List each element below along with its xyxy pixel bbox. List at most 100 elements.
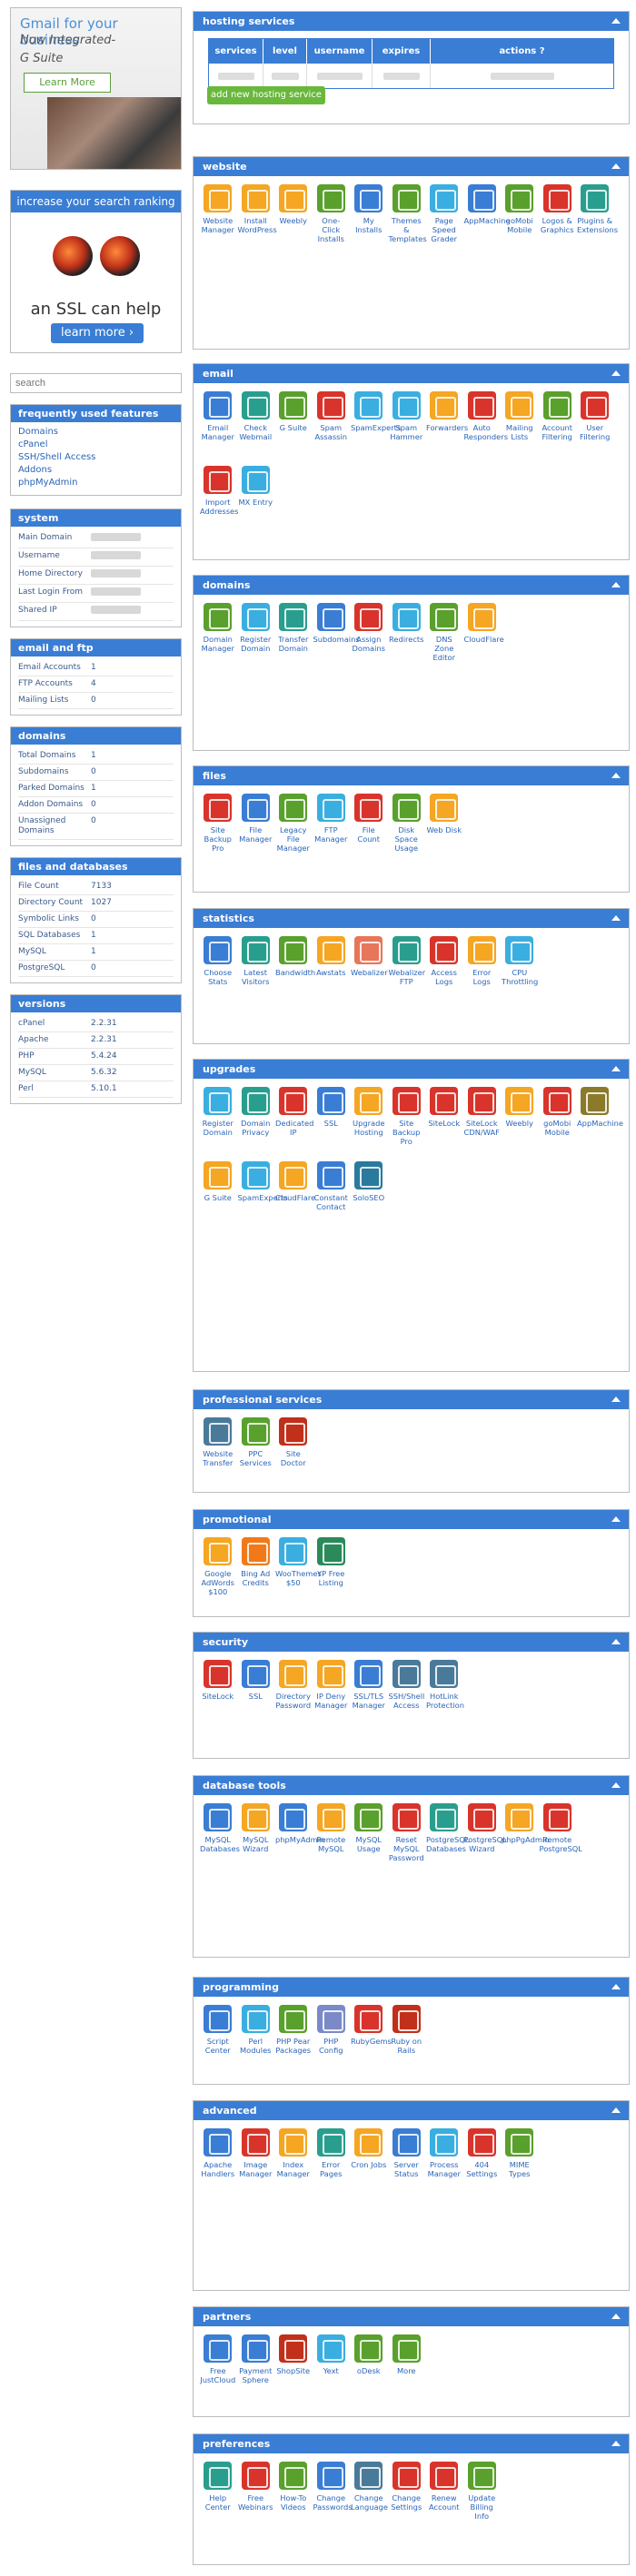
section-header[interactable]: database tools — [194, 1776, 629, 1795]
tool-register-domain[interactable]: Register Domain — [237, 603, 275, 677]
tool-mailing-lists[interactable]: Mailing Lists — [501, 391, 539, 466]
section-header[interactable]: email — [194, 364, 629, 383]
collapse-icon[interactable] — [611, 1516, 621, 1522]
tool-ssl[interactable]: SSL — [237, 1660, 275, 1734]
tool-transfer-domain[interactable]: Transfer Domain — [274, 603, 313, 677]
collapse-icon[interactable] — [611, 773, 621, 778]
section-header[interactable]: website — [194, 157, 629, 176]
tool-reset-mysql-password[interactable]: Reset MySQL Password — [388, 1803, 426, 1878]
tool-ssh-shell-access[interactable]: SSH/Shell Access — [388, 1660, 426, 1734]
collapse-icon[interactable] — [611, 2441, 621, 2446]
tool-install-wordpress[interactable]: Install WordPress — [237, 184, 277, 259]
tool-choose-stats[interactable]: Choose Stats — [199, 936, 237, 1011]
section-header[interactable]: programming — [194, 1978, 629, 1997]
tool-mx-entry[interactable]: MX Entry — [237, 466, 275, 540]
tool-spamexperts[interactable]: SpamExperts — [237, 1161, 288, 1236]
tool-g-suite[interactable]: G Suite — [274, 391, 313, 466]
tool-redirects[interactable]: Redirects — [388, 603, 426, 677]
tool-domain-privacy[interactable]: Domain Privacy — [237, 1087, 275, 1161]
tool-cloudflare[interactable]: CloudFlare — [274, 1161, 315, 1236]
section-header[interactable]: upgrades — [194, 1060, 629, 1079]
collapse-icon[interactable] — [611, 1397, 621, 1402]
collapse-icon[interactable] — [611, 1782, 621, 1788]
section-header[interactable]: statistics — [194, 909, 629, 928]
tool-account-filtering[interactable]: Account Filtering — [539, 391, 577, 466]
tool-weebly[interactable]: Weebly — [501, 1087, 539, 1161]
collapse-icon[interactable] — [611, 2314, 621, 2319]
tool-spam-assassin[interactable]: Spam Assassin — [313, 391, 351, 466]
tool-remote-postgresql[interactable]: Remote PostgreSQL — [539, 1803, 582, 1878]
tool-subdomains[interactable]: Subdomains — [313, 603, 360, 677]
tool-gomobi-mobile[interactable]: goMobi Mobile — [501, 184, 539, 259]
help-icon[interactable]: ? — [540, 46, 545, 56]
tool-rubygems[interactable]: RubyGems — [350, 2005, 392, 2079]
tool-disk-space-usage[interactable]: Disk Space Usage — [388, 794, 426, 868]
collapse-icon[interactable] — [611, 1639, 621, 1644]
tool-website-transfer[interactable]: Website Transfer — [199, 1417, 237, 1492]
tool-php-pear-packages[interactable]: PHP Pear Packages — [274, 2005, 313, 2079]
tool-file-manager[interactable]: File Manager — [237, 794, 275, 868]
tool-payment-sphere[interactable]: Payment Sphere — [237, 2334, 275, 2409]
tool-postgresql-databases[interactable]: PostgreSQL Databases — [425, 1803, 469, 1878]
tool-site-doctor[interactable]: Site Doctor — [274, 1417, 313, 1492]
tool-help-center[interactable]: Help Center — [199, 2462, 237, 2536]
tool-directory-password[interactable]: Directory Password — [274, 1660, 313, 1734]
tool-awstats[interactable]: Awstats — [313, 936, 351, 1011]
tool-gomobi-mobile[interactable]: goMobi Mobile — [539, 1087, 577, 1161]
tool-phpmyadmin[interactable]: phpMyAdmin — [274, 1803, 324, 1878]
tool-mysql-wizard[interactable]: MySQL Wizard — [237, 1803, 275, 1878]
ssl-ad[interactable]: increase your search ranking an SSL can … — [10, 190, 182, 353]
feature-link[interactable]: SSH/Shell Access — [18, 451, 174, 464]
tool-phppgadmin[interactable]: phpPgAdmin — [501, 1803, 550, 1878]
gsuite-learn-more-button[interactable]: Learn More — [24, 73, 111, 93]
tool-sitelock[interactable]: SiteLock — [199, 1660, 237, 1734]
tool-appmachine[interactable]: AppMachine — [463, 184, 510, 259]
tool-file-count[interactable]: File Count — [350, 794, 388, 868]
collapse-icon[interactable] — [611, 1984, 621, 1989]
tool-image-manager[interactable]: Image Manager — [237, 2128, 275, 2203]
section-header[interactable]: advanced — [194, 2101, 629, 2120]
tool-page-speed-grader[interactable]: Page Speed Grader — [425, 184, 463, 259]
tool-free-justcloud[interactable]: Free JustCloud — [199, 2334, 237, 2409]
tool-dedicated-ip[interactable]: Dedicated IP — [274, 1087, 313, 1161]
tool-ruby-on-rails[interactable]: Ruby on Rails — [388, 2005, 426, 2079]
tool-spam-hammer[interactable]: Spam Hammer — [388, 391, 426, 466]
tool-my-installs[interactable]: My Installs — [350, 184, 388, 259]
tool-how-to-videos[interactable]: How-To Videos — [274, 2462, 313, 2536]
collapse-icon[interactable] — [611, 2107, 621, 2113]
tool-process-manager[interactable]: Process Manager — [425, 2128, 463, 2203]
tool-web-disk[interactable]: Web Disk — [425, 794, 463, 868]
tool-latest-visitors[interactable]: Latest Visitors — [237, 936, 275, 1011]
tool-soloseo[interactable]: SoloSEO — [350, 1161, 388, 1236]
tool-website-manager[interactable]: Website Manager — [199, 184, 237, 259]
tool-g-suite[interactable]: G Suite — [199, 1161, 237, 1236]
tool-odesk[interactable]: oDesk — [350, 2334, 388, 2409]
tool-upgrade-hosting[interactable]: Upgrade Hosting — [350, 1087, 388, 1161]
tool-remote-mysql[interactable]: Remote MySQL — [313, 1803, 351, 1878]
feature-link[interactable]: phpMyAdmin — [18, 477, 174, 489]
tool-site-backup-pro[interactable]: Site Backup Pro — [388, 1087, 426, 1161]
tool-apache-handlers[interactable]: Apache Handlers — [199, 2128, 237, 2203]
tool-error-pages[interactable]: Error Pages — [313, 2128, 351, 2203]
tool-constant-contact[interactable]: Constant Contact — [313, 1161, 351, 1236]
tool-spamexperts[interactable]: SpamExperts — [350, 391, 401, 466]
tool-user-filtering[interactable]: User Filtering — [576, 391, 614, 466]
tool-google-adwords-100[interactable]: Google AdWords $100 — [199, 1537, 237, 1612]
ssl-learn-more-button[interactable]: learn more › — [51, 323, 144, 343]
tool-hotlink-protection[interactable]: HotLink Protection — [425, 1660, 464, 1734]
tool-one-click-installs[interactable]: One-Click Installs — [313, 184, 351, 259]
section-header[interactable]: domains — [194, 576, 629, 595]
tool-bing-ad-credits[interactable]: Bing Ad Credits — [237, 1537, 275, 1612]
table-row[interactable] — [209, 64, 613, 88]
tool-email-manager[interactable]: Email Manager — [199, 391, 237, 466]
collapse-icon[interactable] — [611, 582, 621, 587]
tool-woothemes-50[interactable]: WooThemes $50 — [274, 1537, 322, 1612]
search-input[interactable] — [10, 373, 182, 393]
tool-script-center[interactable]: Script Center — [199, 2005, 237, 2079]
tool-themes-templates[interactable]: Themes & Templates — [388, 184, 427, 259]
collapse-icon[interactable] — [611, 370, 621, 376]
tool-bandwidth[interactable]: Bandwidth — [274, 936, 315, 1011]
collapse-icon[interactable] — [611, 18, 621, 24]
tool-plugins-extensions[interactable]: Plugins & Extensions — [576, 184, 618, 259]
tool-auto-responders[interactable]: Auto Responders — [463, 391, 508, 466]
